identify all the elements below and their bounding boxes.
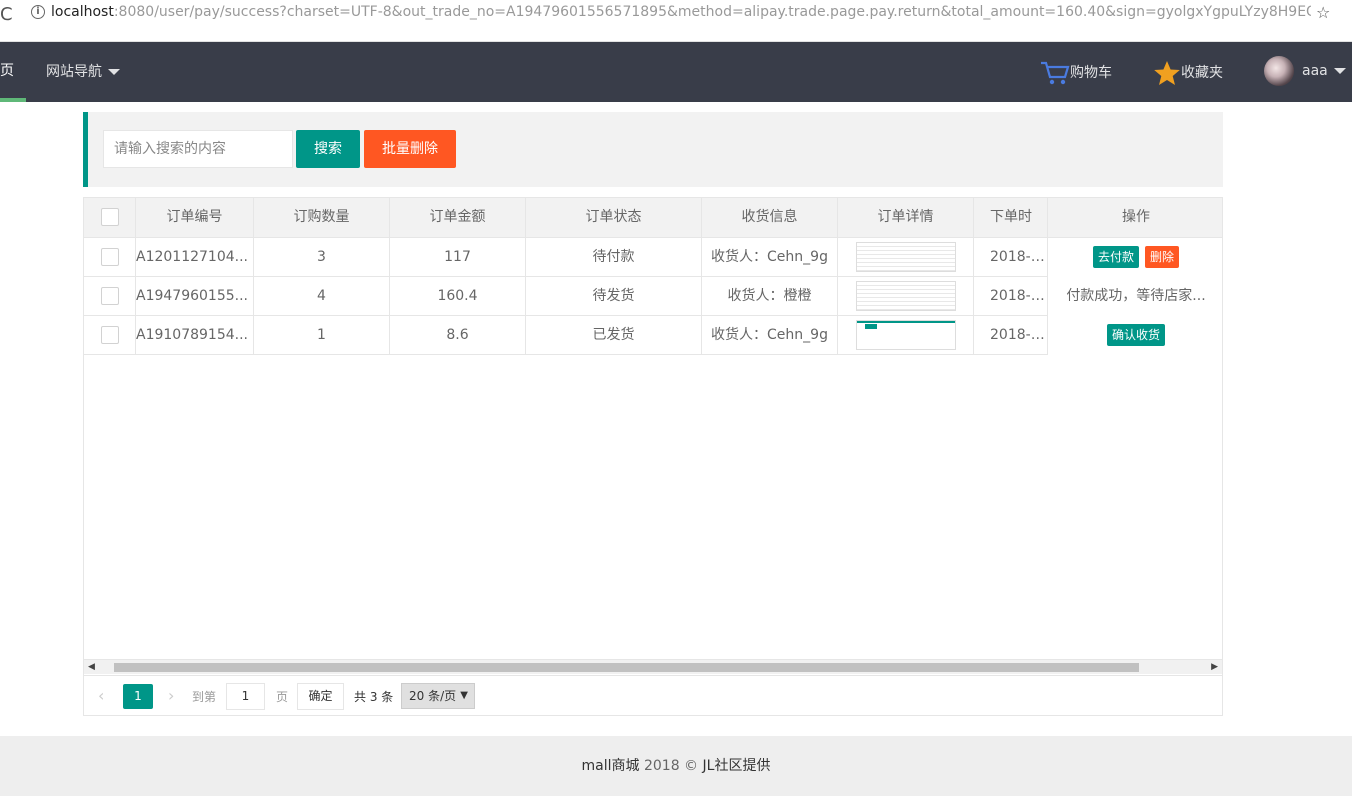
select-all-checkbox[interactable]	[100, 208, 119, 226]
cell-detail	[838, 316, 974, 355]
nav-username: aaa	[1302, 63, 1328, 79]
goto-label: 到第	[192, 690, 217, 704]
footer: mall商城 2018 © JL社区提供	[0, 736, 1352, 796]
header-amount[interactable]: 订单金额	[390, 198, 526, 237]
caret-down-icon	[108, 69, 120, 75]
cell-quantity: 1	[254, 316, 390, 355]
cell-actions: 付款成功，等待店家...	[1047, 277, 1222, 316]
browser-url-bar: C i localhost:8080/user/pay/success?char…	[0, 0, 1352, 42]
cell-detail	[838, 238, 974, 277]
nav-home[interactable]: 页	[0, 60, 14, 80]
nav-favorites-label: 收藏夹	[1181, 65, 1223, 81]
page-number-input[interactable]: 1	[226, 683, 265, 710]
order-detail-thumbnail[interactable]	[855, 320, 956, 350]
header-status[interactable]: 订单状态	[526, 198, 702, 237]
scrollbar-thumb[interactable]	[114, 663, 1139, 672]
cell-amount: 117	[390, 238, 526, 277]
nav-site-navigation-label: 网站导航	[46, 64, 102, 80]
dropdown-arrow-icon: ▼	[460, 690, 468, 701]
total-count: 共 3 条	[354, 690, 394, 704]
nav-active-indicator	[0, 98, 26, 102]
row-checkbox-cell	[84, 238, 136, 277]
cell-status: 待付款	[526, 238, 702, 277]
cell-actions: 去付款 删除	[1047, 238, 1222, 277]
order-detail-thumbnail[interactable]	[855, 281, 956, 311]
cell-receiver: 收货人：橙橙	[702, 277, 838, 316]
caret-down-icon	[1333, 68, 1346, 74]
cell-amount: 8.6	[390, 316, 526, 355]
cell-status: 待发货	[526, 277, 702, 316]
horizontal-scrollbar[interactable]: ◀ ▶	[84, 659, 1222, 674]
cell-detail	[838, 277, 974, 316]
header-quantity[interactable]: 订购数量	[254, 198, 390, 237]
row-checkbox[interactable]	[100, 326, 119, 344]
info-icon[interactable]: i	[31, 5, 45, 19]
nav-favorites[interactable]: 收藏夹	[1153, 60, 1223, 86]
delete-button[interactable]: 删除	[1145, 246, 1180, 268]
cell-order-time: 2018-08-	[990, 327, 1048, 343]
row-checkbox[interactable]	[100, 248, 119, 266]
header-action: 操作	[1047, 198, 1222, 237]
cell-actions: 确认收货	[1047, 316, 1222, 355]
nav-site-navigation[interactable]: 网站导航	[46, 61, 120, 81]
url-path: :8080/user/pay/success?charset=UTF-8&out…	[113, 4, 1311, 20]
cell-amount: 160.4	[390, 277, 526, 316]
footer-brand: mall商城	[581, 758, 640, 774]
cell-receiver: 收货人：Cehn_9g	[702, 316, 838, 355]
nav-cart[interactable]: 购物车	[1040, 60, 1112, 86]
table-row: A1947960155... 4 160.4 待发货 收货人：橙橙 2018-0…	[84, 277, 1222, 316]
row-checkbox-cell	[84, 316, 136, 355]
bookmark-star-icon[interactable]: ☆	[1316, 3, 1330, 22]
page-word: 页	[276, 690, 289, 704]
nav-cart-label: 购物车	[1070, 65, 1112, 81]
search-toolbar: 请输入搜索的内容 搜索 批量删除	[83, 112, 1223, 187]
row-checkbox[interactable]	[100, 287, 119, 305]
search-input[interactable]: 请输入搜索的内容	[103, 130, 293, 168]
cart-icon	[1041, 61, 1070, 85]
footer-provider: JL社区提供	[702, 758, 771, 774]
url-host: localhost	[51, 4, 114, 20]
footer-year: 2018 ©	[639, 758, 703, 774]
order-table: 订单编号 订购数量 订单金额 订单状态 收货信息 订单详情 下单时 操作 A12…	[83, 197, 1223, 716]
url-field[interactable]: localhost:8080/user/pay/success?charset=…	[51, 4, 1311, 20]
cell-order-time: 2018-08-	[990, 249, 1048, 265]
page-size-select[interactable]: 20 条/页 ▼	[401, 683, 475, 709]
cell-order-no: A1201127104...	[136, 238, 254, 277]
order-detail-thumbnail[interactable]	[855, 242, 956, 272]
pagination: ‹ 1 › 到第 1 页 确定 共 3 条 20 条/页 ▼	[84, 675, 1222, 715]
next-page-icon[interactable]: ›	[168, 686, 174, 705]
reload-icon[interactable]: C	[0, 4, 13, 25]
header-receiver[interactable]: 收货信息	[702, 198, 838, 237]
nav-user-menu[interactable]: aaa	[1264, 56, 1346, 86]
scroll-left-icon[interactable]: ◀	[88, 662, 95, 672]
top-nav: 页 网站导航 购物车 收藏夹 aaa	[0, 42, 1352, 102]
table-row: A1201127104... 3 117 待付款 收货人：Cehn_9g 201…	[84, 238, 1222, 277]
batch-delete-button[interactable]: 批量删除	[364, 130, 456, 168]
current-page[interactable]: 1	[123, 684, 153, 709]
avatar	[1264, 56, 1294, 86]
cell-order-time: 2018-08-	[990, 288, 1048, 304]
cell-receiver: 收货人：Cehn_9g	[702, 238, 838, 277]
cell-quantity: 3	[254, 238, 390, 277]
prev-page-icon[interactable]: ‹	[98, 686, 104, 705]
cell-quantity: 4	[254, 277, 390, 316]
cell-status: 已发货	[526, 316, 702, 355]
row-checkbox-cell	[84, 277, 136, 316]
select-all-cell	[84, 198, 136, 237]
page-size-value: 20 条/页	[409, 689, 457, 703]
cell-order-no: A1910789154...	[136, 316, 254, 355]
header-detail[interactable]: 订单详情	[838, 198, 974, 237]
header-order-no[interactable]: 订单编号	[136, 198, 254, 237]
goto-confirm-button[interactable]: 确定	[297, 683, 344, 710]
star-icon	[1154, 61, 1180, 85]
scroll-right-icon[interactable]: ▶	[1211, 662, 1218, 672]
table-row: A1910789154... 1 8.6 已发货 收货人：Cehn_9g 201…	[84, 316, 1222, 355]
table-header: 订单编号 订购数量 订单金额 订单状态 收货信息 订单详情 下单时 操作	[84, 198, 1222, 238]
header-order-time[interactable]: 下单时	[974, 198, 1048, 237]
pay-button[interactable]: 去付款	[1092, 246, 1139, 268]
search-button[interactable]: 搜索	[296, 130, 360, 168]
cell-order-no: A1947960155...	[136, 277, 254, 316]
confirm-receipt-button[interactable]: 确认收货	[1106, 324, 1165, 346]
